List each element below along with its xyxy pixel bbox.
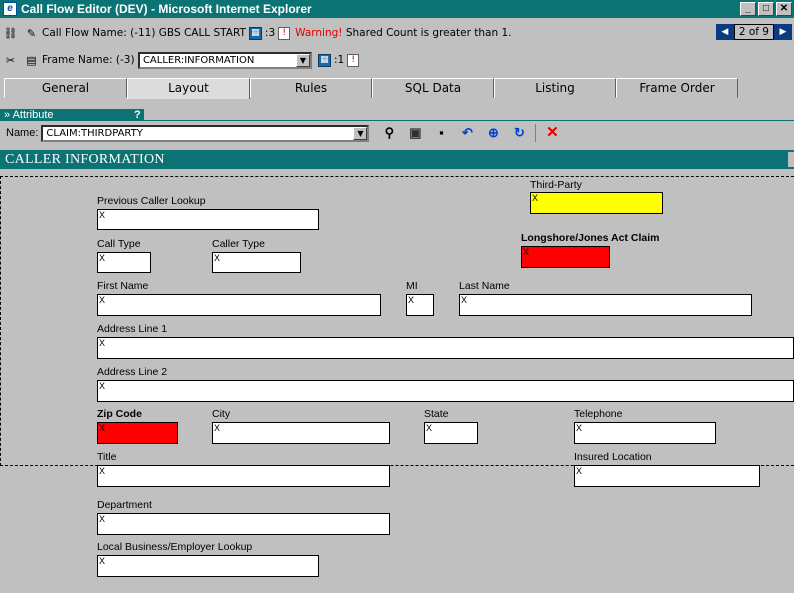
name-select[interactable]: CLAIM:THIRDPARTY ▼ [41,124,370,142]
frame-label: Frame Name: [42,54,113,66]
zip-code-field[interactable]: X [97,422,178,444]
zip-code-label: Zip Code [97,408,142,420]
address-line-2-label: Address Line 2 [97,366,168,378]
close-button[interactable]: ✕ [776,2,792,16]
tab-bar: General Layout Rules SQL Data Listing Fr… [4,78,738,99]
next-record-button[interactable]: ▶ [774,24,792,40]
callflow-value: (-11) GBS CALL START [130,27,246,39]
chevron-down-icon[interactable]: ▼ [295,53,310,67]
insured-location-field[interactable]: X [574,465,760,487]
address-line-1-label: Address Line 1 [97,323,168,335]
delete-icon[interactable]: ✕ [542,124,562,142]
undo-icon[interactable]: ↶ [457,124,477,142]
name-select-value: CLAIM:THIRDPARTY [46,127,143,139]
last-name-field[interactable]: X [459,294,752,316]
previous-record-button[interactable]: ◀ [715,24,734,40]
local-business-lookup-field[interactable]: X [97,555,319,577]
tab-rules[interactable]: Rules [250,78,372,98]
third-party-field[interactable]: X [530,192,663,214]
frame-value: (-3) [115,54,135,66]
city-label: City [212,408,231,420]
department-label: Department [97,499,152,511]
warning-label: Warning! [295,27,343,39]
address-line-1-field[interactable]: X [97,337,794,359]
chevron-down-icon[interactable]: ▼ [353,126,368,140]
calculator-icon[interactable]: ▦ [317,53,331,67]
mi-field[interactable]: X [406,294,434,316]
title-field[interactable]: X [97,465,390,487]
call-type-field[interactable]: X [97,252,151,273]
minimize-button[interactable]: _ [740,2,756,16]
document-flag-icon[interactable]: ! [347,53,360,67]
frame-row: ✂ ▤ Frame Name: (-3) CALLER:INFORMATION … [0,49,794,71]
document-flag-icon[interactable]: ! [278,26,291,40]
longshore-label: Longshore/Jones Act Claim [521,232,660,244]
calculator-icon[interactable]: ▦ [248,26,262,40]
insured-location-label: Insured Location [574,451,652,463]
warning-text: Shared Count is greater than 1. [345,27,512,39]
toolbar-separator [535,124,537,142]
title-label: Title [97,451,117,463]
call-type-label: Call Type [97,238,141,250]
address-line-2-field[interactable]: X [97,380,794,402]
maximize-button[interactable]: □ [758,2,774,16]
frame-page-icon[interactable]: ▤ [24,53,39,68]
state-field[interactable]: X [424,422,478,444]
ie-icon: e [3,2,17,16]
state-label: State [424,408,449,420]
chain-link-icon[interactable]: ⛓ [3,26,18,41]
edit-page-icon[interactable]: ✎ [24,26,39,41]
callflow-label: Call Flow Name: [42,27,127,39]
frame-boundary [0,176,1,466]
zoom-icon[interactable]: ⊕ [483,124,503,142]
refresh-icon[interactable]: ↻ [509,124,529,142]
frame-boundary [0,176,794,177]
frame-select-value: CALLER:INFORMATION [142,54,255,66]
city-field[interactable]: X [212,422,390,444]
frame-count: :1 [333,54,345,66]
frame-select[interactable]: CALLER:INFORMATION ▼ [137,51,312,69]
tab-frame-order[interactable]: Frame Order [616,78,738,98]
department-field[interactable]: X [97,513,390,535]
tab-layout[interactable]: Layout [127,78,250,99]
binoculars-icon[interactable]: ⚲ [379,124,399,142]
record-pager: ◀ 2 of 9 ▶ [715,24,792,40]
callflow-row: ⛓ ✎ Call Flow Name: (-11) GBS CALL START… [0,22,794,44]
section-title: CALLER INFORMATION [0,150,794,169]
mi-label: MI [406,280,418,292]
first-name-label: First Name [97,280,149,292]
longshore-field[interactable]: X [521,246,610,268]
tab-listing[interactable]: Listing [494,78,616,98]
name-toolbar: Name: CLAIM:THIRDPARTY ▼ ⚲ ▣ ▪ ↶ ⊕ ↻ ✕ [0,123,794,143]
last-name-label: Last Name [459,280,510,292]
caller-type-label: Caller Type [212,238,265,250]
pager-text: 2 of 9 [733,24,774,40]
name-label: Name: [6,127,39,139]
properties-icon[interactable]: ▣ [405,124,425,142]
first-name-field[interactable]: X [97,294,381,316]
callflow-count: :3 [264,27,276,39]
divider [0,120,794,121]
local-business-lookup-label: Local Business/Employer Lookup [97,541,253,553]
save-icon[interactable]: ▪ [431,124,451,142]
caller-type-field[interactable]: X [212,252,301,273]
third-party-label: Third-Party [530,179,582,191]
window-title: Call Flow Editor (DEV) - Microsoft Inter… [21,2,312,16]
tab-general[interactable]: General [4,78,127,98]
telephone-label: Telephone [574,408,623,420]
telephone-field[interactable]: X [574,422,716,444]
window-title-bar: e Call Flow Editor (DEV) - Microsoft Int… [0,0,794,18]
previous-caller-lookup-label: Previous Caller Lookup [97,195,206,207]
scrollbar[interactable] [788,152,794,167]
tab-sql-data[interactable]: SQL Data [372,78,494,98]
previous-caller-lookup-field[interactable]: X [97,209,319,230]
scissors-icon[interactable]: ✂ [3,53,18,68]
